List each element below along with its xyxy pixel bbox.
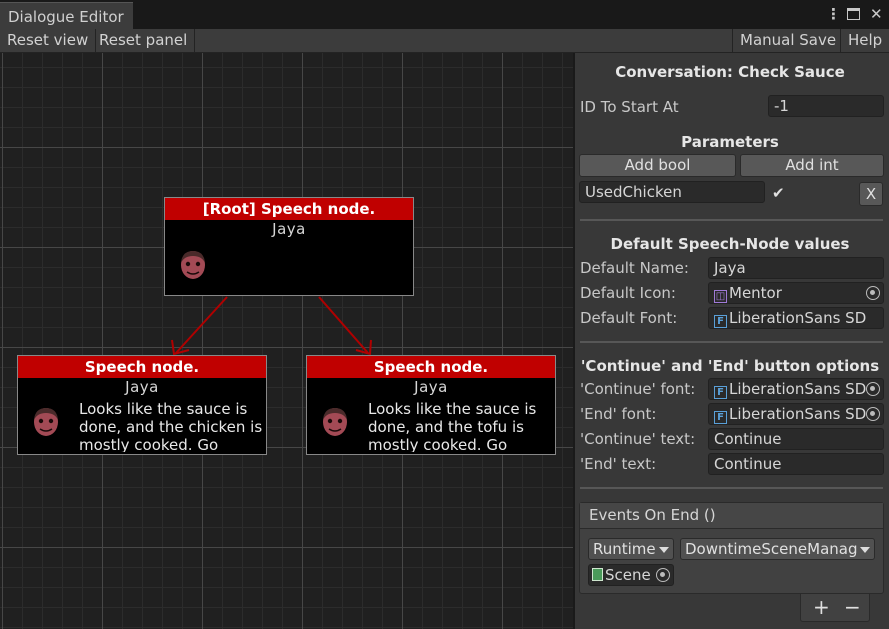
divider bbox=[580, 487, 883, 489]
speech-node-root[interactable]: [Root] Speech node. Jaya bbox=[164, 197, 414, 296]
node-text: Looks like the sauce is done, and the to… bbox=[368, 400, 537, 452]
parameters-title: Parameters bbox=[681, 133, 779, 151]
events-header: Events On End () bbox=[580, 503, 883, 529]
tab-dialogue-editor[interactable]: Dialogue Editor bbox=[0, 2, 133, 29]
event-object-value: Scene bbox=[605, 566, 651, 584]
node-text: Looks like the sauce is done, and the ch… bbox=[79, 400, 263, 452]
default-font-field[interactable]: F LiberationSans SD bbox=[708, 307, 884, 329]
speech-node-tofu[interactable]: Speech node. Jaya Looks like the sauce i… bbox=[306, 355, 556, 455]
toolbar: Reset view Reset panel Manual Save Help bbox=[0, 29, 889, 53]
node-speaker: Jaya bbox=[125, 378, 159, 396]
font-asset-icon: F bbox=[714, 386, 727, 399]
id-start-field[interactable]: -1 bbox=[768, 95, 884, 117]
close-icon[interactable]: ✕ bbox=[870, 5, 883, 23]
default-icon-value: Mentor bbox=[729, 284, 782, 302]
default-font-label: Default Font: bbox=[580, 309, 678, 327]
end-font-field[interactable]: F LiberationSans SD bbox=[708, 403, 884, 425]
more-options-icon[interactable]: ⋮ bbox=[826, 5, 841, 23]
default-icon-field[interactable]: ◫ Mentor bbox=[708, 282, 884, 304]
add-bool-button[interactable]: Add bool bbox=[579, 154, 736, 177]
object-picker-icon[interactable] bbox=[866, 286, 880, 300]
portrait-icon bbox=[323, 408, 347, 436]
divider bbox=[580, 219, 883, 221]
id-start-label: ID To Start At bbox=[580, 98, 679, 116]
node-header: Speech node. bbox=[18, 356, 266, 378]
default-icon-label: Default Icon: bbox=[580, 284, 676, 302]
end-text-field[interactable]: Continue bbox=[708, 453, 884, 475]
function-option: DowntimeSceneManag bbox=[685, 540, 858, 558]
font-asset-icon: F bbox=[714, 411, 727, 424]
script-icon bbox=[592, 568, 603, 581]
add-event-button[interactable]: + bbox=[813, 596, 830, 618]
end-text-label: 'End' text: bbox=[580, 455, 657, 473]
object-picker-icon[interactable] bbox=[656, 568, 670, 582]
continue-font-field[interactable]: F LiberationSans SD bbox=[708, 378, 884, 400]
maximize-icon[interactable] bbox=[847, 8, 860, 20]
remove-event-button[interactable]: − bbox=[844, 596, 861, 618]
conversation-title: Conversation: Check Sauce bbox=[615, 63, 845, 81]
defaults-title: Default Speech-Node values bbox=[610, 235, 850, 253]
help-button[interactable]: Help bbox=[840, 29, 889, 52]
default-name-field[interactable]: Jaya bbox=[708, 257, 884, 279]
chevron-down-icon bbox=[659, 547, 669, 553]
parameter-name-field[interactable]: UsedChicken bbox=[579, 181, 765, 203]
divider bbox=[580, 341, 883, 343]
end-font-label: 'End' font: bbox=[580, 405, 657, 423]
inspector-panel: Conversation: Check Sauce ID To Start At… bbox=[575, 53, 889, 629]
chevron-down-icon bbox=[860, 547, 870, 553]
node-header: [Root] Speech node. bbox=[165, 198, 413, 220]
node-speaker: Jaya bbox=[272, 220, 306, 238]
edge-root-to-left bbox=[175, 296, 228, 354]
buttons-options-title: 'Continue' and 'End' button options bbox=[580, 357, 880, 375]
object-picker-icon[interactable] bbox=[866, 407, 880, 421]
edge-root-to-right bbox=[318, 296, 369, 354]
function-dropdown[interactable]: DowntimeSceneManag bbox=[680, 538, 875, 560]
end-font-value: LiberationSans SD bbox=[729, 405, 867, 423]
continue-text-label: 'Continue' text: bbox=[580, 430, 696, 448]
graph-canvas[interactable]: [Root] Speech node. Jaya Speech node. Ja… bbox=[0, 53, 573, 629]
manual-save-button[interactable]: Manual Save bbox=[732, 29, 843, 52]
default-name-label: Default Name: bbox=[580, 259, 689, 277]
node-speaker: Jaya bbox=[414, 378, 448, 396]
portrait-icon bbox=[181, 251, 205, 279]
node-header: Speech node. bbox=[307, 356, 555, 378]
tab-title: Dialogue Editor bbox=[8, 8, 124, 26]
default-font-value: LiberationSans SD bbox=[729, 309, 867, 327]
object-picker-icon[interactable] bbox=[866, 382, 880, 396]
portrait-icon bbox=[34, 408, 58, 436]
reset-panel-button[interactable]: Reset panel bbox=[92, 29, 196, 52]
window-tab-bar: Dialogue Editor ⋮ ✕ bbox=[0, 0, 889, 29]
event-object-field[interactable]: Scene bbox=[588, 564, 674, 586]
continue-font-value: LiberationSans SD bbox=[729, 380, 867, 398]
remove-parameter-button[interactable]: X bbox=[859, 182, 883, 206]
continue-font-label: 'Continue' font: bbox=[580, 380, 696, 398]
continue-text-field[interactable]: Continue bbox=[708, 428, 884, 450]
reset-view-button[interactable]: Reset view bbox=[0, 29, 97, 52]
speech-node-chicken[interactable]: Speech node. Jaya Looks like the sauce i… bbox=[17, 355, 267, 455]
add-int-button[interactable]: Add int bbox=[740, 154, 884, 177]
runtime-dropdown[interactable]: Runtime bbox=[588, 538, 674, 560]
sprite-icon: ◫ bbox=[714, 290, 727, 303]
events-on-end: Events On End () Runtime DowntimeSceneMa… bbox=[579, 502, 884, 594]
runtime-option: Runtime bbox=[593, 540, 656, 558]
node-connections bbox=[171, 296, 372, 356]
node-text bbox=[226, 242, 411, 294]
font-asset-icon: F bbox=[714, 315, 727, 328]
event-list-controls: + − bbox=[800, 594, 870, 622]
parameter-checkbox[interactable]: ✔ bbox=[772, 184, 785, 202]
